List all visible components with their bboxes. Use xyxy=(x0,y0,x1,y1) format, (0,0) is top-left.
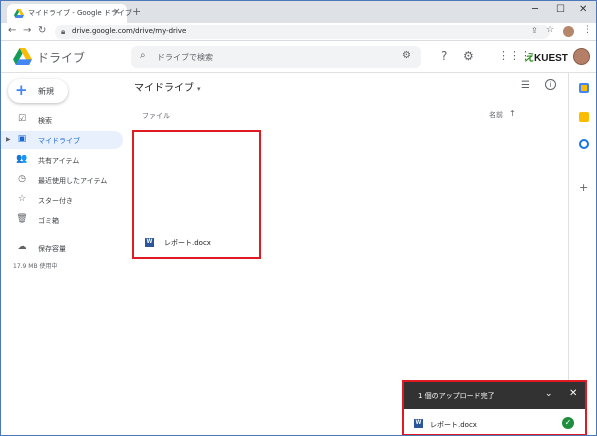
lock-icon: 🔒︎ xyxy=(61,27,66,36)
plus-icon: + xyxy=(15,81,28,99)
search-options-icon[interactable]: ⚙︎ xyxy=(402,50,411,61)
check-success-icon: ✓ xyxy=(562,417,574,429)
sidebar-item-recent[interactable]: ◷ 最近使用したアイテム xyxy=(1,171,123,189)
sidebar-item-label: 最近使用したアイテム xyxy=(38,177,108,185)
new-button[interactable]: + 新規 xyxy=(8,79,68,103)
star-icon: ☆ xyxy=(17,194,27,204)
brand-prefix: え xyxy=(524,53,534,64)
trash-icon: 🗑 xyxy=(16,214,28,224)
clock-icon: ◷ xyxy=(18,174,26,184)
browser-menu-icon[interactable]: ⋮ xyxy=(583,25,592,35)
storage-used-text: 17.9 MB 使用中 xyxy=(13,263,58,270)
minimize-button[interactable]: ─ xyxy=(532,4,538,15)
search-icon[interactable]: ⌕ xyxy=(140,50,146,61)
keep-icon[interactable] xyxy=(579,112,589,122)
browser-window: マイドライブ - Google ドライブ × + ─ ☐ ✕ ← → ↻ 🔒︎ … xyxy=(0,0,597,436)
brand-text: KUEST xyxy=(534,53,568,64)
upload-status-text: 1 個のアップロード完了 xyxy=(418,392,495,400)
search-bar[interactable]: ⌕ ドライブで検索 ⚙︎ xyxy=(131,46,421,68)
help-icon[interactable]: ? xyxy=(441,49,447,63)
address-bar-row: ← → ↻ 🔒︎ drive.google.com/drive/my-drive… xyxy=(1,23,596,41)
sidebar-item-label: 共有アイテム xyxy=(38,157,80,165)
calendar-icon[interactable] xyxy=(579,83,589,93)
sidebar-item-label: スター付き xyxy=(38,197,73,205)
dropdown-caret-icon: ▾ xyxy=(197,85,201,93)
back-arrow-icon[interactable]: ← xyxy=(8,25,16,36)
search-input[interactable]: ドライブで検索 xyxy=(157,52,213,63)
word-doc-icon: W xyxy=(414,419,423,428)
uploaded-file-name: レポート.docx xyxy=(430,421,477,429)
new-button-label: 新規 xyxy=(38,87,54,96)
sort-arrow-icon[interactable]: ↑ xyxy=(509,109,516,118)
bookmark-star-icon[interactable]: ☆ xyxy=(546,25,554,35)
share-icon[interactable]: ⇪ xyxy=(531,26,538,35)
new-tab-button[interactable]: + xyxy=(132,5,141,18)
drive-icon: ▣ xyxy=(17,134,27,144)
forward-arrow-icon[interactable]: → xyxy=(23,25,31,36)
tasks-icon[interactable] xyxy=(579,139,589,149)
cloud-icon: ☁ xyxy=(17,242,27,252)
file-card[interactable]: W レポート.docx xyxy=(132,130,261,259)
sidebar-item-my-drive[interactable]: ▶ ▣ マイドライブ xyxy=(1,131,123,149)
app-name[interactable]: ドライブ xyxy=(37,49,85,66)
people-icon: 👥 xyxy=(16,154,28,164)
close-window-button[interactable]: ✕ xyxy=(579,4,587,15)
sidebar-item-label: 保存容量 xyxy=(38,245,66,253)
add-addon-icon[interactable]: + xyxy=(579,181,588,194)
tab-strip: マイドライブ - Google ドライブ × + ─ ☐ ✕ xyxy=(1,1,596,23)
settings-gear-icon[interactable]: ⚙ xyxy=(463,49,474,63)
info-icon[interactable]: i xyxy=(545,79,556,90)
sidebar-item-starred[interactable]: ☆ スター付き xyxy=(1,191,123,209)
page-title-text: マイドライブ xyxy=(134,83,194,94)
maximize-button[interactable]: ☐ xyxy=(556,4,565,15)
omnibox[interactable]: 🔒︎ drive.google.com/drive/my-drive ⇪ xyxy=(55,25,550,39)
drive-header: ドライブ ⌕ ドライブで検索 ⚙︎ ? ⚙ ⋮⋮⋮ えKUEST xyxy=(1,41,596,73)
browser-profile-avatar[interactable] xyxy=(563,26,574,37)
sidebar-item-trash[interactable]: 🗑 ゴミ箱 xyxy=(1,211,123,229)
tab-close-icon[interactable]: × xyxy=(113,7,121,17)
sidebar-item-label: マイドライブ xyxy=(38,137,80,145)
sidebar-item-label: ゴミ箱 xyxy=(38,217,59,225)
close-toast-icon[interactable]: ✕ xyxy=(569,388,577,399)
file-card-footer: W レポート.docx xyxy=(140,234,253,250)
reload-icon[interactable]: ↻ xyxy=(38,25,46,36)
drive-logo-icon[interactable] xyxy=(13,48,32,65)
sort-by-name[interactable]: 名前 xyxy=(489,110,503,120)
drive-favicon-icon xyxy=(14,9,24,18)
upload-toast-header: 1 個のアップロード完了 ⌄ ✕ xyxy=(404,382,585,409)
files-section-label: ファイル xyxy=(142,112,170,120)
sidebar-item-search[interactable]: ☑ 検索 xyxy=(1,111,123,129)
expand-caret-icon[interactable]: ▶ xyxy=(6,136,11,143)
word-doc-icon: W xyxy=(145,238,154,247)
sidebar-item-storage[interactable]: ☁ 保存容量 xyxy=(1,239,123,257)
account-avatar[interactable] xyxy=(573,48,590,65)
file-name: レポート.docx xyxy=(164,239,211,247)
uploaded-file-row[interactable]: W レポート.docx ✓ xyxy=(404,409,585,434)
checkbox-icon: ☑ xyxy=(17,114,27,124)
upload-toast: 1 個のアップロード完了 ⌄ ✕ W レポート.docx ✓ xyxy=(402,380,587,435)
list-view-icon[interactable]: ☰ xyxy=(521,80,530,91)
sidebar-item-label: 検索 xyxy=(38,117,52,125)
sidebar-item-shared[interactable]: 👥 共有アイテム xyxy=(1,151,123,169)
collapse-chevron-icon[interactable]: ⌄ xyxy=(545,389,553,399)
page-title[interactable]: マイドライブ ▾ xyxy=(134,79,201,94)
organization-logo: えKUEST xyxy=(524,49,568,64)
browser-tab[interactable]: マイドライブ - Google ドライブ × xyxy=(7,4,132,23)
url-text: drive.google.com/drive/my-drive xyxy=(72,27,187,35)
